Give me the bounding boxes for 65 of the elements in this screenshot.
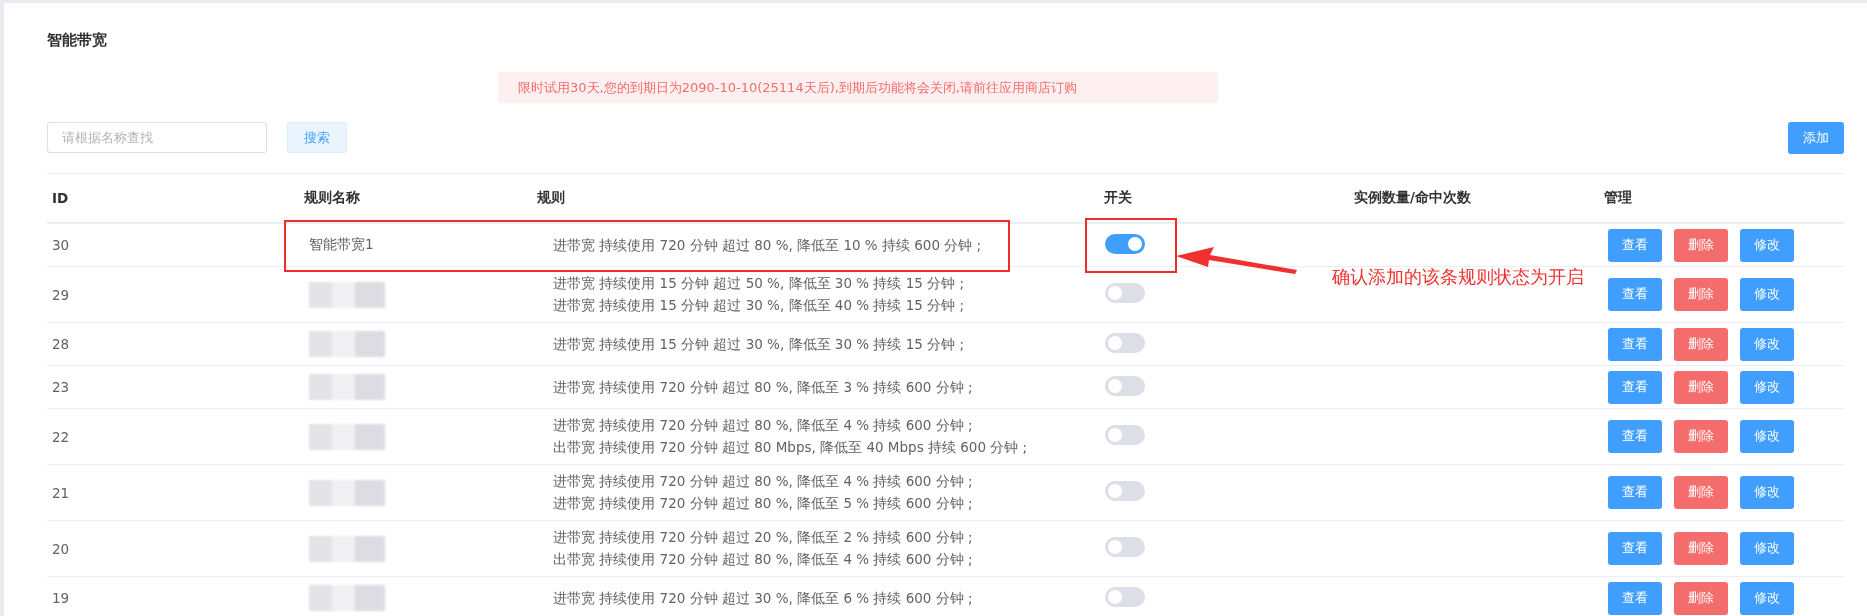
toggle-switch[interactable] (1105, 586, 1145, 607)
edit-button[interactable]: 修改 (1740, 327, 1794, 361)
id-cell-text: 23 (52, 379, 71, 395)
rule-text: 进带宽 持续使用 720 分钟 超过 80 %, 降低至 4 % 持续 600 分钟 ; (553, 417, 974, 434)
id-cell-text: 28 (52, 336, 71, 352)
column-header: 管理 (1604, 189, 1633, 207)
view-button[interactable]: 查看 (1608, 278, 1662, 311)
rule-name-cell: 智能带宽1 (309, 236, 374, 252)
rule-text: 进带宽 持续使用 720 分钟 超过 80 %, 降低至 4 % 持续 600 分钟 ; (553, 473, 974, 490)
delete-button[interactable]: 删除 (1674, 581, 1728, 615)
id-cell-text: 22 (52, 428, 71, 445)
delete-button[interactable]: 删除 (1674, 532, 1728, 565)
edit-button[interactable]: 修改 (1740, 581, 1794, 615)
toggle-switch[interactable] (1105, 481, 1145, 501)
rule-text: 进带宽 持续使用 15 分钟 超过 30 %, 降低至 30 % 持续 15 分钟 ; (553, 335, 965, 353)
id-cell-text: 19 (52, 590, 71, 606)
view-button[interactable]: 查看 (1608, 581, 1662, 615)
edit-button[interactable]: 修改 (1740, 228, 1794, 262)
annotation-text: 确认添加的该条规则状态为开启 (1332, 265, 1584, 289)
edit-button[interactable]: 修改 (1740, 278, 1794, 311)
rule-text: 进带宽 持续使用 720 分钟 超过 80 %, 降低至 3 % 持续 600 分钟 ; (553, 378, 974, 396)
column-header: ID (52, 190, 70, 206)
edit-button[interactable]: 修改 (1740, 420, 1794, 453)
view-button[interactable]: 查看 (1608, 228, 1662, 262)
toggle-switch[interactable] (1105, 425, 1145, 445)
edit-button[interactable]: 修改 (1740, 476, 1794, 509)
rule-text: 进带宽 持续使用 15 分钟 超过 50 %, 降低至 30 % 持续 15 分钟 ; (553, 275, 965, 292)
delete-button[interactable]: 删除 (1674, 370, 1728, 404)
column-header: 开关 (1104, 189, 1133, 207)
rule-text: 出带宽 持续使用 720 分钟 超过 80 Mbps, 降低至 40 Mbps 持续 600 分钟 ; (553, 439, 1029, 456)
delete-button[interactable]: 删除 (1674, 476, 1728, 509)
view-button[interactable]: 查看 (1608, 532, 1662, 565)
rule-text: 进带宽 持续使用 720 分钟 超过 80 %, 降低至 10 % 持续 600 分钟 ; (553, 236, 983, 254)
delete-button[interactable]: 删除 (1674, 228, 1728, 262)
id-cell-text: 30 (52, 237, 71, 253)
toggle-switch[interactable] (1105, 283, 1145, 303)
rule-text: 进带宽 持续使用 720 分钟 超过 80 %, 降低至 5 % 持续 600 分钟 ; (553, 495, 974, 512)
toggle-switch[interactable] (1105, 375, 1145, 396)
delete-button[interactable]: 删除 (1674, 420, 1728, 453)
id-cell-text: 21 (52, 484, 71, 501)
trial-notice: 限时试用30天,您的到期日为2090-10-10(25114天后),到期后功能将会关闭,请前往应用商店订购 (498, 72, 1218, 103)
rule-text: 进带宽 持续使用 15 分钟 超过 30 %, 降低至 40 % 持续 15 分钟 ; (553, 297, 965, 314)
toggle-switch[interactable] (1105, 233, 1145, 254)
view-button[interactable]: 查看 (1608, 327, 1662, 361)
add-button[interactable]: 添加 (1788, 121, 1844, 154)
delete-button[interactable]: 删除 (1674, 278, 1728, 311)
rule-text: 进带宽 持续使用 720 分钟 超过 30 %, 降低至 6 % 持续 600 分钟 ; (553, 589, 974, 607)
delete-button[interactable]: 删除 (1674, 327, 1728, 361)
id-cell-text: 20 (52, 540, 71, 557)
toggle-switch[interactable] (1105, 537, 1145, 557)
rule-text: 进带宽 持续使用 720 分钟 超过 20 %, 降低至 2 % 持续 600 分钟 ; (553, 529, 974, 546)
column-header: 实例数量/命中次数 (1354, 189, 1472, 207)
rule-text: 出带宽 持续使用 720 分钟 超过 80 %, 降低至 4 % 持续 600 分钟 ; (553, 551, 974, 568)
page-title: 智能带宽 (47, 31, 108, 51)
edit-button[interactable]: 修改 (1740, 370, 1794, 404)
column-header: 规则 (537, 189, 566, 207)
search-button[interactable]: 搜索 (287, 122, 347, 153)
edit-button[interactable]: 修改 (1740, 532, 1794, 565)
toggle-switch[interactable] (1105, 332, 1145, 353)
view-button[interactable]: 查看 (1608, 476, 1662, 509)
view-button[interactable]: 查看 (1608, 370, 1662, 404)
search-field[interactable]: 请根据名称查找 (47, 122, 267, 153)
view-button[interactable]: 查看 (1608, 420, 1662, 453)
column-header: 规则名称 (304, 189, 361, 207)
id-cell-text: 29 (52, 286, 71, 303)
